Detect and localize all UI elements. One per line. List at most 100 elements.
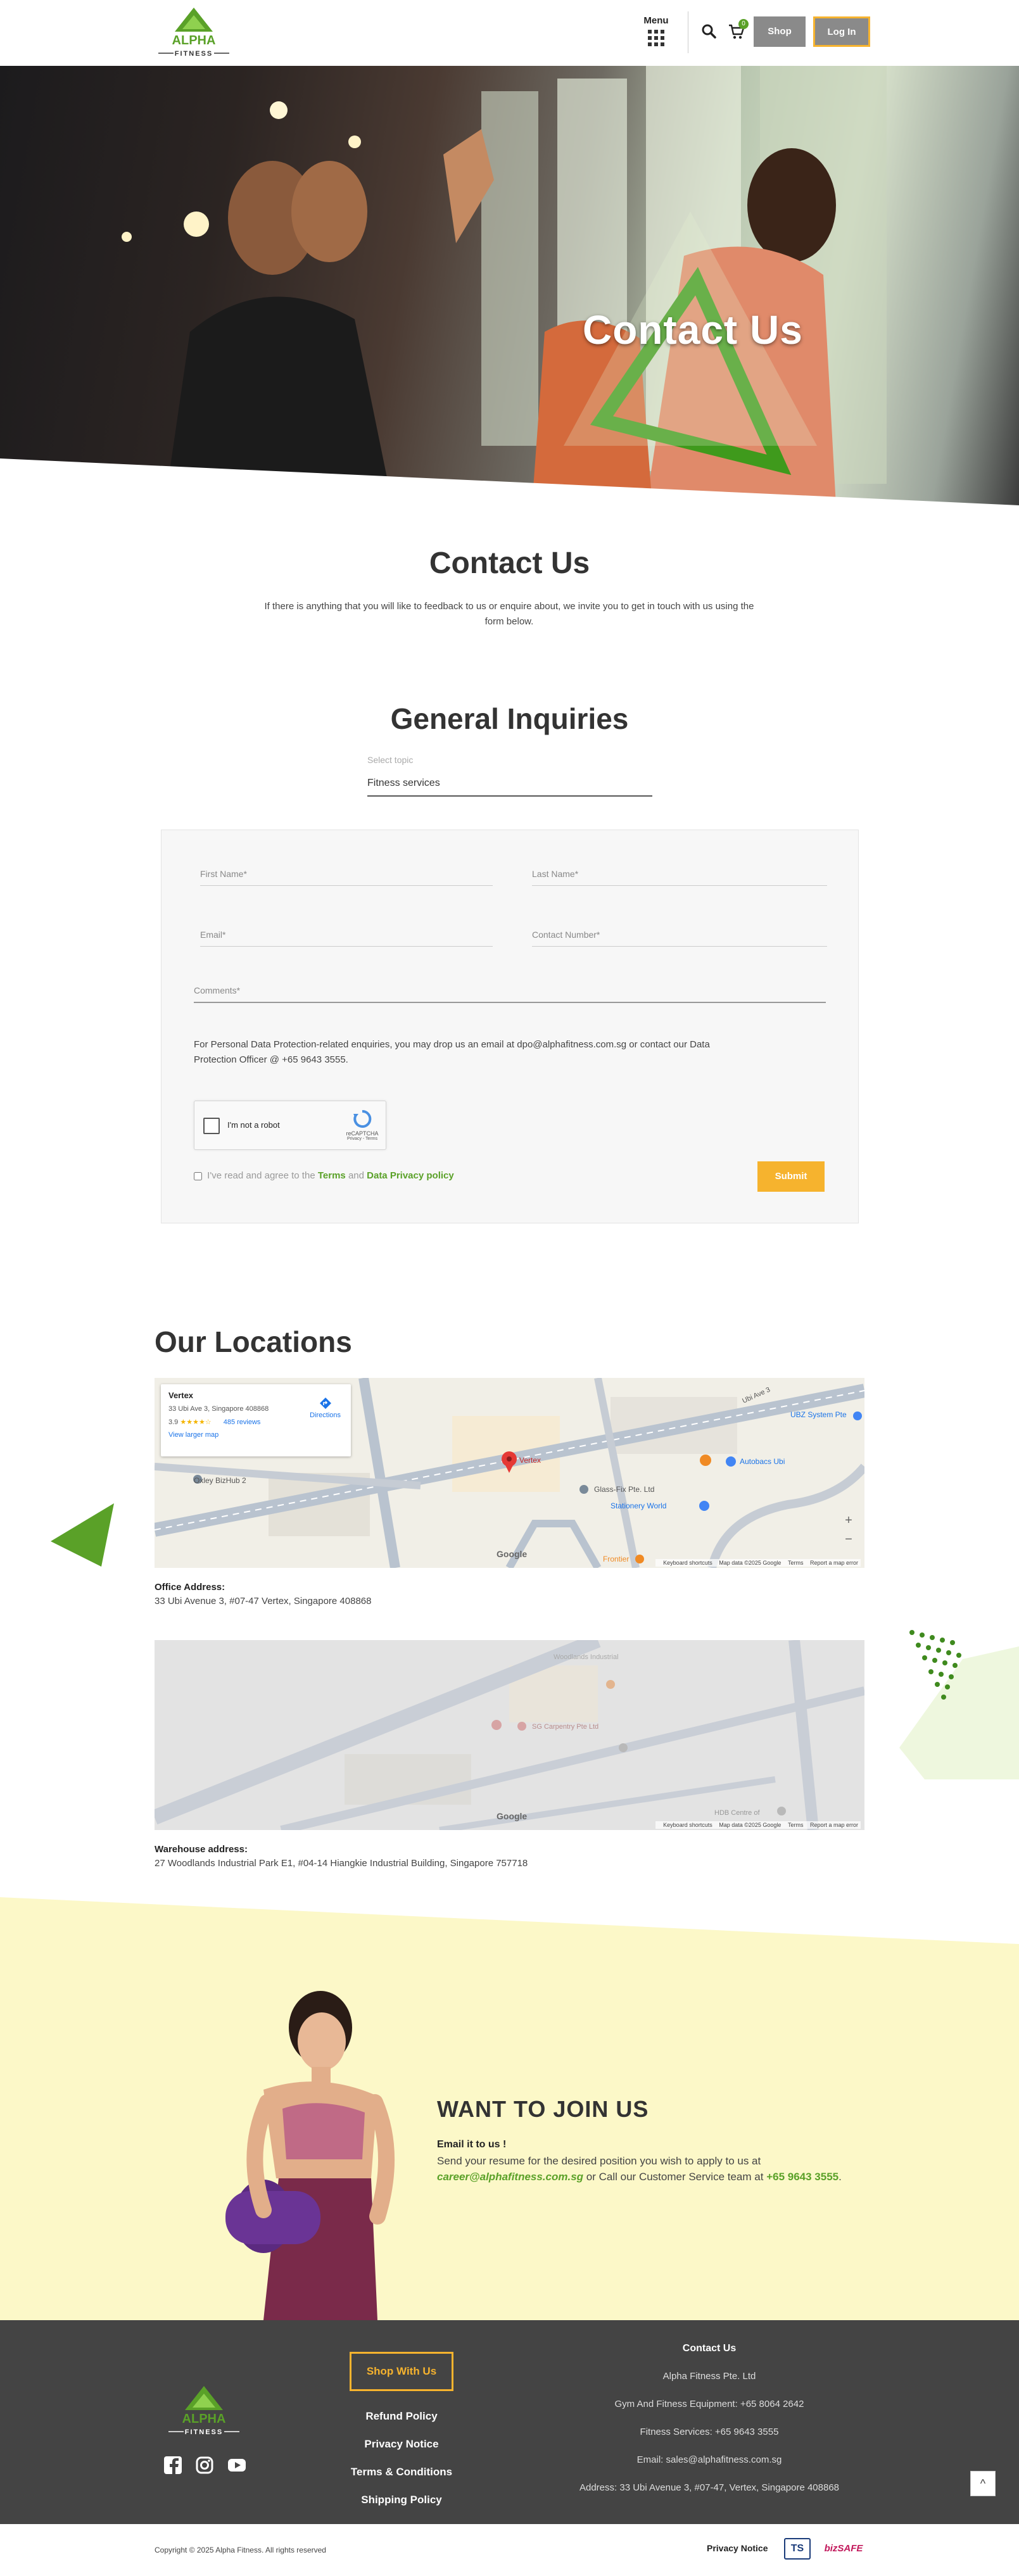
- hero-photo: [0, 66, 1019, 505]
- map-zoom-controls: + −: [839, 1511, 858, 1549]
- login-button[interactable]: Log In: [813, 16, 870, 47]
- footer-company-name: Alpha Fitness Pte. Ltd: [662, 2371, 756, 2382]
- rating-value: 3.9: [168, 1418, 179, 1426]
- directions-label: Directions: [310, 1411, 341, 1419]
- bizsafe-badge: bizSAFE: [824, 2543, 863, 2554]
- shipping-policy-link[interactable]: Shipping Policy: [329, 2494, 474, 2506]
- recaptcha-brand: reCAPTCHA: [346, 1130, 379, 1137]
- logo-subtext: FITNESS: [175, 50, 213, 58]
- google-watermark: Google: [497, 1549, 528, 1559]
- map2-label-hdb: HDB Centre of: [714, 1809, 760, 1817]
- google-watermark-2: Google: [497, 1811, 528, 1821]
- comments-field[interactable]: Comments*: [194, 985, 826, 1003]
- footer-shop-button[interactable]: Shop With Us: [350, 2352, 453, 2391]
- view-larger-map-link[interactable]: View larger map: [168, 1431, 343, 1439]
- topic-select-label: Select topic: [367, 755, 414, 765]
- bottom-bar: Copyright © 2025 Alpha Fitness. All righ…: [0, 2524, 1019, 2576]
- menu-label: Menu: [643, 15, 669, 26]
- footer-contact-title: Contact Us: [682, 2343, 737, 2354]
- social-links: [163, 2456, 256, 2478]
- terms-link[interactable]: Terms: [318, 1170, 346, 1181]
- recaptcha-logo: reCAPTCHA Privacy - Terms: [345, 1109, 379, 1141]
- terms-conditions-link[interactable]: Terms & Conditions: [329, 2466, 474, 2478]
- site-header: ALPHA FITNESS Menu 0 Shop Log In: [0, 0, 1019, 66]
- grid-icon: [640, 30, 673, 46]
- site-footer: ALPHA FITNESS Shop With Us Refund Policy…: [0, 2320, 1019, 2524]
- general-inquiries-heading: General Inquiries: [390, 702, 629, 735]
- recaptcha-icon: [353, 1109, 372, 1128]
- contact-number-field[interactable]: Contact Number*: [532, 930, 827, 947]
- facebook-icon[interactable]: [163, 2456, 182, 2475]
- ts-badge: TS: [784, 2538, 811, 2560]
- first-name-field[interactable]: First Name*: [200, 869, 493, 886]
- youtube-icon[interactable]: [227, 2456, 246, 2475]
- page-title: Contact Us: [429, 546, 590, 580]
- report-error-link-2[interactable]: Report a map error: [810, 1822, 858, 1828]
- map-data-text: Map data ©2025 Google: [719, 1560, 782, 1566]
- agree-and: and: [348, 1170, 364, 1181]
- map-terms-link-2[interactable]: Terms: [788, 1822, 804, 1828]
- map-label-stationery: Stationery World: [611, 1501, 666, 1510]
- agree-checkbox[interactable]: [194, 1171, 202, 1180]
- reviews-link[interactable]: 485 reviews: [224, 1418, 261, 1426]
- footer-equipment-phone[interactable]: Gym And Fitness Equipment: +65 8064 2642: [551, 2399, 868, 2409]
- join-text-2: or Call our Customer Service team at: [586, 2171, 764, 2183]
- map-label-glassfix: Glass-Fix Pte. Ltd: [594, 1485, 654, 1494]
- map-info-card: Vertex 33 Ubi Ave 3, Singapore 408868 3.…: [161, 1384, 351, 1456]
- join-heading: WANT TO JOIN US: [437, 2096, 649, 2122]
- privacy-notice-link[interactable]: Privacy Notice: [329, 2438, 474, 2451]
- menu-button[interactable]: Menu: [640, 15, 673, 46]
- warehouse-map[interactable]: Woodlands Industrial SG Carpentry Pte Lt…: [155, 1640, 864, 1830]
- office-map[interactable]: Vertex Glass-Fix Pte. Ltd Stationery Wor…: [155, 1378, 864, 1568]
- hero-banner: Contact Us: [0, 66, 1019, 505]
- data-privacy-link[interactable]: Data Privacy policy: [367, 1170, 454, 1181]
- join-text-3: .: [839, 2171, 842, 2183]
- keyboard-shortcuts-link[interactable]: Keyboard shortcuts: [663, 1560, 712, 1566]
- join-text-1: Send your resume for the desired positio…: [437, 2155, 761, 2167]
- footer-address: Address: 33 Ubi Avenue 3, #07-47, Vertex…: [579, 2482, 840, 2493]
- recaptcha-checkbox[interactable]: [203, 1118, 220, 1134]
- email-field[interactable]: Email*: [200, 930, 493, 947]
- warehouse-address-label: Warehouse address:: [155, 1844, 248, 1855]
- map2-label-woodlands: Woodlands Industrial: [554, 1653, 619, 1661]
- career-phone-link[interactable]: +65 9643 3555: [766, 2171, 839, 2183]
- dotted-triangle-decoration: [899, 1630, 1019, 1779]
- keyboard-shortcuts-link-2[interactable]: Keyboard shortcuts: [663, 1822, 712, 1828]
- map2-label-carpentry: SG Carpentry Pte Ltd: [532, 1723, 598, 1731]
- last-name-field[interactable]: Last Name*: [532, 869, 827, 886]
- map-label-autobacs: Autobacs Ubi: [740, 1457, 785, 1466]
- map-terms-link[interactable]: Terms: [788, 1560, 804, 1566]
- directions-button[interactable]: Directions: [310, 1397, 341, 1419]
- search-icon[interactable]: [700, 23, 717, 39]
- office-address-label: Office Address:: [155, 1582, 225, 1593]
- zoom-out-button[interactable]: −: [839, 1530, 858, 1549]
- topic-select[interactable]: Fitness services: [367, 774, 652, 797]
- report-error-link[interactable]: Report a map error: [810, 1560, 858, 1566]
- footer-logo[interactable]: ALPHA FITNESS: [165, 2385, 243, 2438]
- bottom-privacy-link[interactable]: Privacy Notice: [707, 2543, 768, 2553]
- shop-button[interactable]: Shop: [754, 16, 806, 47]
- footer-email[interactable]: Email: sales@alphafitness.com.sg: [551, 2454, 868, 2465]
- data-protection-text: For Personal Data Protection-related enq…: [194, 1039, 710, 1065]
- zoom-in-button[interactable]: +: [839, 1511, 858, 1530]
- map-footer: Keyboard shortcuts Map data ©2025 Google…: [655, 1559, 861, 1567]
- page: ALPHA FITNESS Menu 0 Shop Log In Contact…: [0, 0, 1019, 2576]
- footer-logo-subtext: FITNESS: [185, 2428, 223, 2436]
- refund-policy-link[interactable]: Refund Policy: [329, 2410, 474, 2423]
- footer-logo-text: ALPHA: [182, 2412, 226, 2426]
- instagram-icon[interactable]: [195, 2456, 214, 2475]
- footer-services-phone[interactable]: Fitness Services: +65 9643 3555: [551, 2427, 868, 2437]
- copyright-text: Copyright © 2025 Alpha Fitness. All righ…: [155, 2546, 326, 2554]
- contact-form: [161, 830, 859, 1223]
- map-data-text-2: Map data ©2025 Google: [719, 1822, 782, 1828]
- cart-count-badge: 0: [738, 19, 749, 29]
- map-label-ubz: UBZ System Pte: [790, 1410, 847, 1419]
- map-label-vertex: Vertex: [519, 1456, 541, 1465]
- submit-button[interactable]: Submit: [757, 1161, 825, 1192]
- office-address: 33 Ubi Avenue 3, #07-47 Vertex, Singapor…: [155, 1596, 372, 1607]
- alpha-fitness-logo[interactable]: ALPHA FITNESS: [155, 6, 233, 60]
- career-email-link[interactable]: career@alphafitness.com.sg: [437, 2171, 583, 2183]
- scroll-to-top-button[interactable]: ^: [970, 2471, 996, 2496]
- map2-footer: Keyboard shortcuts Map data ©2025 Google…: [655, 1821, 861, 1829]
- recaptcha-links[interactable]: Privacy - Terms: [345, 1137, 379, 1141]
